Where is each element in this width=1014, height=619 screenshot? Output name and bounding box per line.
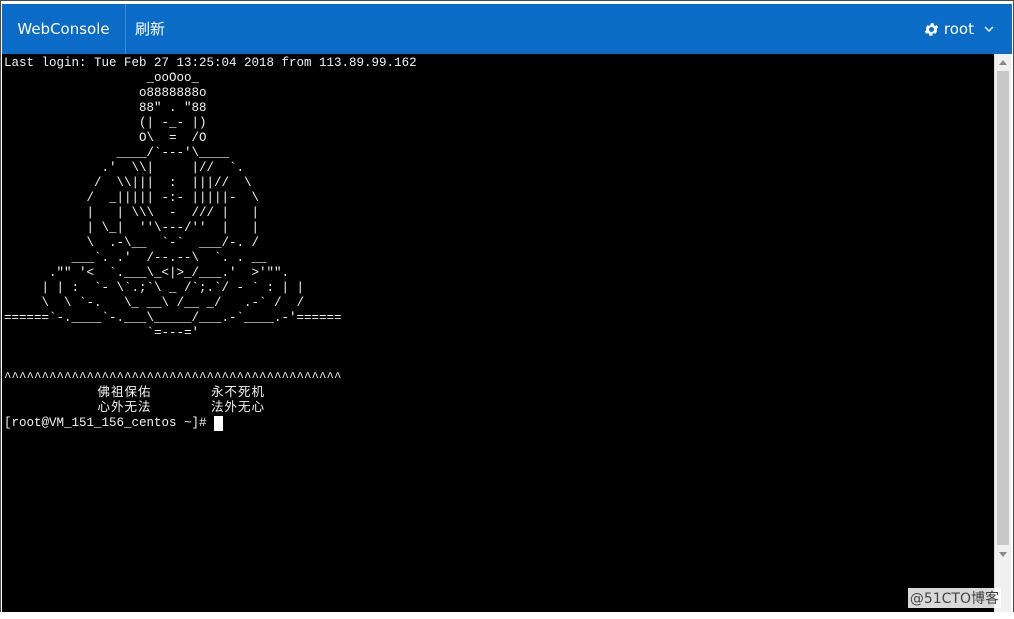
terminal-line: 心外无法 法外无心: [4, 401, 266, 415]
gear-icon: [923, 21, 940, 38]
terminal-line: O\ = /O: [4, 131, 207, 145]
terminal-screen[interactable]: Last login: Tue Feb 27 13:25:04 2018 fro…: [2, 54, 994, 613]
chevron-down-icon: [984, 25, 994, 33]
terminal-line: | | \\\ - /// | |: [4, 206, 260, 220]
terminal-line: / \\||| : |||// \: [4, 176, 252, 190]
vertical-scrollbar[interactable]: [994, 54, 1011, 613]
terminal-line: ___`. .' /--.--\ `. . __: [4, 251, 267, 265]
terminal-line: ____/`---'\____: [4, 146, 230, 160]
brand-title[interactable]: WebConsole: [2, 4, 126, 54]
terminal-line: 88" . "88: [4, 101, 207, 115]
terminal-line: (| -_- |): [4, 116, 207, 130]
terminal-cursor: [214, 416, 224, 431]
terminal-output: Last login: Tue Feb 27 13:25:04 2018 fro…: [2, 54, 994, 431]
user-menu[interactable]: root: [923, 4, 994, 54]
terminal-line: ======`-.____`-.___\_____/___.-`____.-'=…: [4, 311, 342, 325]
scrollbar-thumb[interactable]: [997, 71, 1009, 545]
terminal-line: / _||||| -:- |||||- \: [4, 191, 260, 205]
top-bar: WebConsole 刷新 root: [2, 4, 1012, 54]
terminal-line: \ .-\__ `-` ___/-. /: [4, 236, 260, 250]
terminal-line: | \_| ''\---/'' | |: [4, 221, 260, 235]
terminal-line: ^^^^^^^^^^^^^^^^^^^^^^^^^^^^^^^^^^^^^^^^…: [4, 371, 342, 385]
terminal-line: o8888888o: [4, 86, 207, 100]
scroll-down-arrow-icon[interactable]: [995, 547, 1011, 563]
terminal-line: Last login: Tue Feb 27 13:25:04 2018 fro…: [4, 56, 417, 70]
refresh-button[interactable]: 刷新: [135, 4, 165, 54]
bottom-strip: [0, 612, 1014, 619]
terminal-line: _ooOoo_: [4, 71, 200, 85]
terminal-prompt: [root@VM_151_156_centos ~]#: [4, 416, 215, 430]
terminal-line: \ \ `-. \_ __\ /__ _/ .-` / /: [4, 296, 305, 310]
username-label: root: [943, 20, 974, 38]
terminal-line: `=---=': [4, 326, 200, 340]
terminal-line: | | : `- \`.;`\ _ /`;.`/ - ` : | |: [4, 281, 305, 295]
terminal-line: ."" '< `.___\_<|>_/___.' >'"".: [4, 266, 290, 280]
terminal-line: 佛祖保佑 永不死机: [4, 386, 266, 400]
webconsole-window: WebConsole 刷新 root Last login: Tue Feb 2…: [0, 0, 1014, 619]
watermark: @51CTO博客: [907, 588, 1001, 608]
scroll-up-arrow-icon[interactable]: [995, 54, 1011, 70]
terminal-line: .' \\| |// `.: [4, 161, 245, 175]
